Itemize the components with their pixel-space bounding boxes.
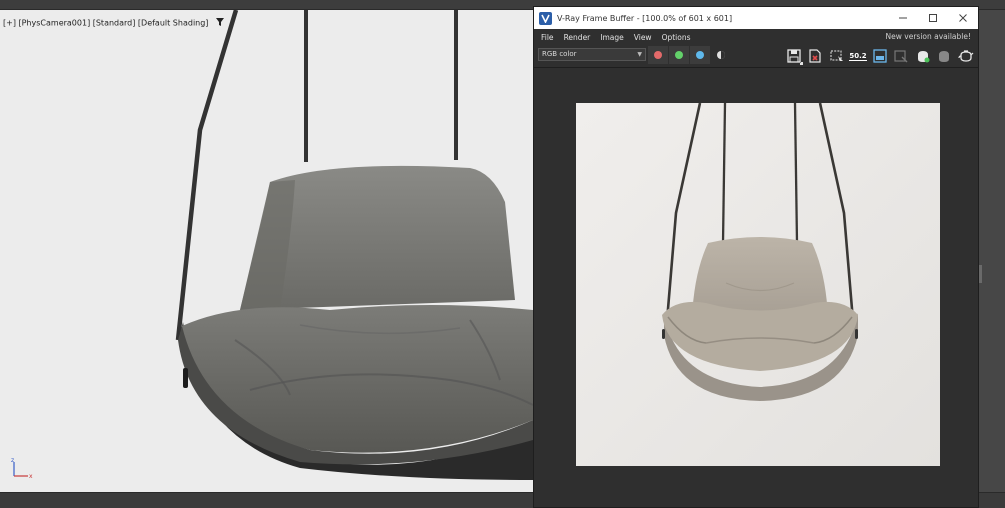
menu-view[interactable]: View (629, 33, 657, 42)
menu-image[interactable]: Image (595, 33, 629, 42)
exposure-icon[interactable]: 50.2 (848, 46, 869, 66)
compare-icon[interactable] (869, 46, 890, 66)
menu-options[interactable]: Options (657, 33, 696, 42)
vfb-toolbar: RGB color ▼ 50.2 (534, 45, 978, 67)
vray-frame-buffer-window[interactable]: V-Ray Frame Buffer - [100.0% of 601 x 60… (533, 6, 979, 508)
region-render-icon[interactable] (826, 46, 847, 66)
green-channel-button[interactable] (669, 46, 689, 64)
red-dot-icon (654, 51, 662, 59)
rendered-image[interactable] (576, 103, 940, 466)
right-panel-strip (978, 10, 1005, 492)
perspective-viewport[interactable]: [+] [PhysCamera001] [Standard] [Default … (0, 10, 533, 492)
svg-text:z: z (11, 457, 14, 464)
channel-select-value: RGB color (542, 50, 577, 58)
render-icon[interactable] (912, 46, 933, 66)
rendered-chair-image (576, 103, 940, 466)
blue-channel-button[interactable] (690, 46, 710, 64)
clear-image-icon[interactable] (805, 46, 826, 66)
maximize-icon[interactable] (918, 7, 948, 29)
viewport-chair-model (175, 10, 533, 480)
alpha-channel-button[interactable] (711, 46, 731, 64)
minimize-icon[interactable] (888, 7, 918, 29)
menu-file[interactable]: File (534, 33, 559, 42)
interactive-render-icon[interactable] (891, 46, 912, 66)
viewport-label-text[interactable]: [+] [PhysCamera001] [Standard] [Default … (3, 19, 208, 28)
vfb-menubar: File Render Image View Options New versi… (534, 29, 978, 45)
stop-render-icon[interactable] (934, 46, 955, 66)
vfb-titlebar[interactable]: V-Ray Frame Buffer - [100.0% of 601 x 60… (534, 7, 978, 29)
viewport-label[interactable]: [+] [PhysCamera001] [Standard] [Default … (3, 18, 224, 28)
vfb-title: V-Ray Frame Buffer - [100.0% of 601 x 60… (557, 13, 733, 23)
teapot-render-icon[interactable] (955, 46, 976, 66)
axis-gizmo-icon: z x (11, 457, 33, 480)
chevron-down-icon: ▼ (637, 51, 642, 58)
green-dot-icon (675, 51, 683, 59)
channel-select[interactable]: RGB color ▼ (538, 48, 646, 61)
close-icon[interactable] (948, 7, 978, 29)
exposure-label: 50.2 (849, 51, 867, 61)
blue-dot-icon (696, 51, 704, 59)
toolbar-separator (534, 67, 978, 68)
vray-logo-icon (539, 11, 552, 25)
svg-text:x: x (29, 473, 33, 480)
filter-icon[interactable] (215, 18, 224, 28)
new-version-link[interactable]: New version available! (886, 32, 971, 41)
alpha-icon (717, 51, 725, 59)
red-channel-button[interactable] (648, 46, 668, 64)
menu-render[interactable]: Render (559, 33, 596, 42)
save-icon[interactable] (783, 46, 804, 66)
